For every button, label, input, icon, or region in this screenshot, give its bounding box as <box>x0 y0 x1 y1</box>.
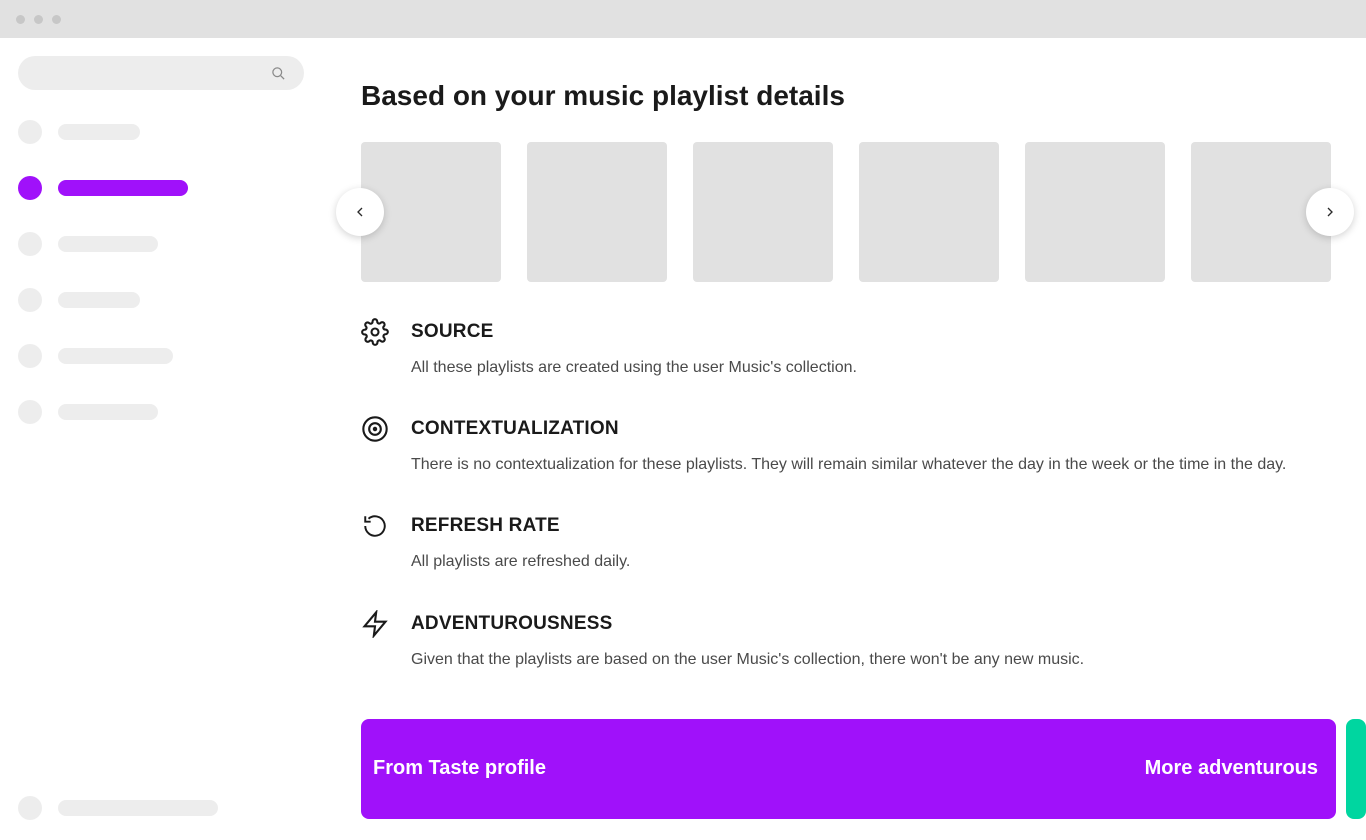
sidebar <box>0 38 323 840</box>
search-input[interactable] <box>18 56 304 90</box>
info-description: All these playlists are created using th… <box>411 356 1328 379</box>
info-item-lightning: ADVENTUROUSNESS Given that the playlists … <box>361 610 1328 671</box>
sidebar-item-icon <box>18 400 42 424</box>
slider-left-label: From Taste profile <box>373 757 546 780</box>
sidebar-item-label-placeholder <box>58 236 158 252</box>
avatar-placeholder <box>18 796 42 820</box>
sidebar-item-label-placeholder <box>58 124 140 140</box>
info-title: ADVENTUROUSNESS <box>411 613 612 635</box>
info-title: SOURCE <box>411 321 494 343</box>
sidebar-item-4[interactable] <box>18 344 304 368</box>
target-icon <box>361 415 389 443</box>
info-description: There is no contextualization for these … <box>411 453 1328 476</box>
traffic-light-maximize[interactable] <box>52 15 61 24</box>
info-title: CONTEXTUALIZATION <box>411 418 619 440</box>
sidebar-item-icon <box>18 176 42 200</box>
sidebar-item-icon <box>18 288 42 312</box>
gear-icon <box>361 318 389 346</box>
sidebar-item-label-placeholder <box>58 292 140 308</box>
playlist-card[interactable] <box>1025 142 1165 282</box>
carousel-prev-button[interactable] <box>336 188 384 236</box>
footer-label-placeholder <box>58 800 218 816</box>
carousel-next-button[interactable] <box>1306 188 1354 236</box>
info-item-gear: SOURCE All these playlists are created us… <box>361 318 1328 379</box>
refresh-icon <box>361 512 389 540</box>
sidebar-item-0[interactable] <box>18 120 304 144</box>
sidebar-item-label-placeholder <box>58 404 158 420</box>
lightning-icon <box>361 610 389 638</box>
sidebar-item-2[interactable] <box>18 232 304 256</box>
playlist-card[interactable] <box>859 142 999 282</box>
sidebar-item-label-placeholder <box>58 348 173 364</box>
playlist-card[interactable] <box>693 142 833 282</box>
info-description: Given that the playlists are based on th… <box>411 648 1328 671</box>
sidebar-item-3[interactable] <box>18 288 304 312</box>
sidebar-item-5[interactable] <box>18 400 304 424</box>
slider-segment-taste: From Taste profile More adventurous <box>361 719 1336 819</box>
playlist-card[interactable] <box>527 142 667 282</box>
page-title: Based on your music playlist details <box>361 80 1366 112</box>
main-content: Based on your music playlist details SOU… <box>323 38 1366 840</box>
sidebar-item-1[interactable] <box>18 176 304 200</box>
info-item-refresh: REFRESH RATE All playlists are refreshed … <box>361 512 1328 573</box>
slider-segment-adventurous <box>1346 719 1366 819</box>
sidebar-item-icon <box>18 232 42 256</box>
traffic-light-minimize[interactable] <box>34 15 43 24</box>
sidebar-footer-item[interactable] <box>18 796 304 820</box>
window-titlebar <box>0 0 1366 38</box>
sidebar-item-label-placeholder <box>58 180 188 196</box>
info-description: All playlists are refreshed daily. <box>411 550 1328 573</box>
sidebar-item-icon <box>18 344 42 368</box>
playlist-carousel <box>361 142 1366 282</box>
info-title: REFRESH RATE <box>411 515 560 537</box>
traffic-light-close[interactable] <box>16 15 25 24</box>
sidebar-item-icon <box>18 120 42 144</box>
info-item-target: CONTEXTUALIZATION There is no contextuali… <box>361 415 1328 476</box>
slider-right-label: More adventurous <box>1145 757 1318 780</box>
search-icon <box>270 65 286 81</box>
adventurousness-slider[interactable]: From Taste profile More adventurous <box>361 719 1366 819</box>
